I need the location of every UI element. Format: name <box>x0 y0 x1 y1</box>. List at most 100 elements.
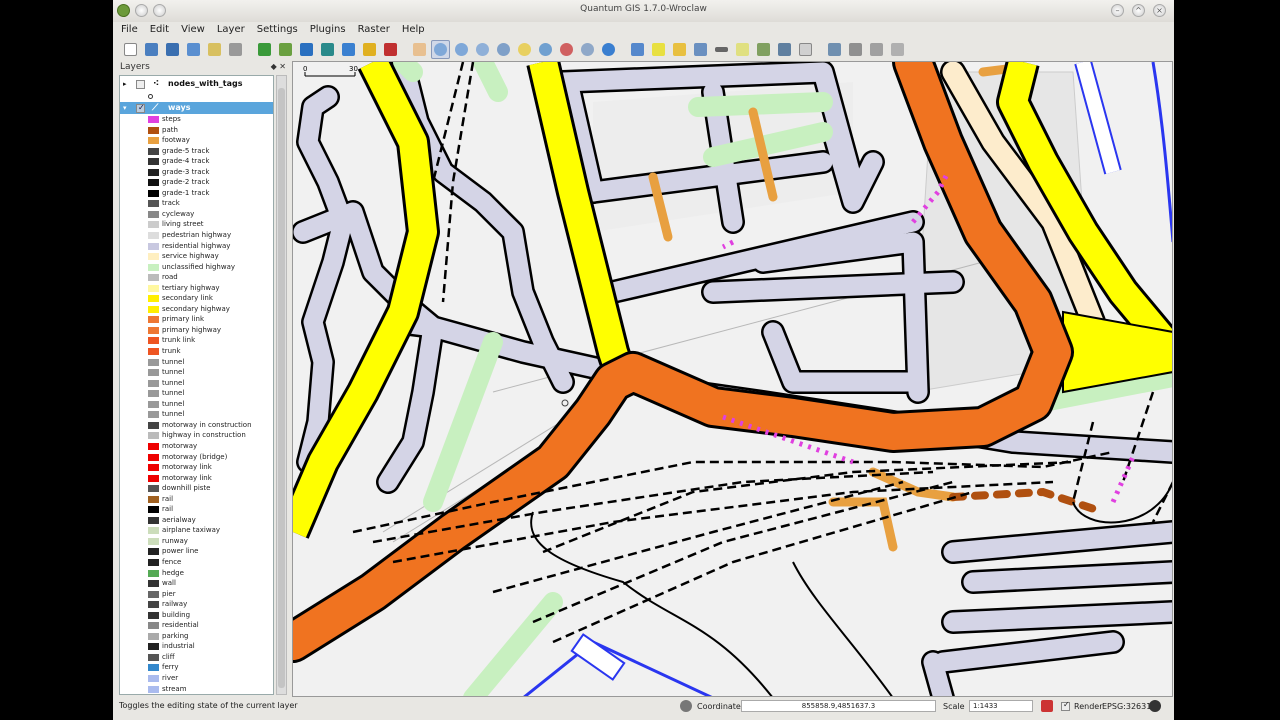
legend-label: grade-1 track <box>162 188 210 197</box>
render-checkbox[interactable]: ✓ <box>1061 700 1070 711</box>
menu-raster[interactable]: Raster <box>358 22 390 38</box>
measure-button[interactable] <box>712 40 731 59</box>
menu-file[interactable]: File <box>121 22 138 38</box>
close-icon[interactable]: × <box>1153 4 1166 17</box>
stop-render-icon[interactable] <box>1041 700 1053 712</box>
layer-visibility-checkbox[interactable]: ✓ <box>136 103 145 113</box>
open-project-button[interactable] <box>142 40 161 59</box>
zoom-full-button[interactable] <box>494 40 513 59</box>
legend-symbol-icon <box>148 242 159 250</box>
capture-point-button[interactable] <box>846 40 865 59</box>
show-bookmarks-button[interactable] <box>775 40 794 59</box>
legend-label: path <box>162 125 178 134</box>
legend-symbol-icon <box>148 432 159 440</box>
print-composer-button[interactable] <box>205 40 224 59</box>
identify-button[interactable] <box>628 40 647 59</box>
zoom-in-button[interactable] <box>431 39 450 59</box>
legend-item: grade-5 track <box>120 146 273 157</box>
refresh-button[interactable] <box>599 40 618 59</box>
zoom-selection-button[interactable] <box>515 40 534 59</box>
layer-ways[interactable]: ▾ ✓ ⟋ ways <box>120 102 273 114</box>
add-spatialite-layer-button[interactable] <box>318 40 337 59</box>
zoom-actual-button[interactable] <box>473 40 492 59</box>
map-tips-button[interactable] <box>733 40 752 59</box>
menu-view[interactable]: View <box>181 22 205 38</box>
layer-visibility-checkbox[interactable] <box>136 80 145 89</box>
projection-icon[interactable] <box>1149 700 1161 712</box>
add-raster-layer-button[interactable] <box>276 40 295 59</box>
layer-tree[interactable]: ▸ ⁖ nodes_with_tags ▾ ✓ ⟋ ways steps path… <box>119 75 274 695</box>
legend-item: building <box>120 610 273 621</box>
legend-label: tunnel <box>162 410 185 419</box>
pan-button[interactable] <box>410 40 429 59</box>
scale-bar-start: 0 <box>303 65 307 73</box>
legend-label: river <box>162 673 179 682</box>
legend-item: tunnel <box>120 357 273 368</box>
add-postgis-layer-button[interactable] <box>297 40 316 59</box>
coordinate-field[interactable]: 855858.9,4851637.3 <box>741 700 936 712</box>
window-controls: – ^ × <box>1111 4 1166 17</box>
crs-label[interactable]: EPSG:32631 <box>1102 702 1151 711</box>
toggle-editing-button[interactable] <box>825 40 844 59</box>
legend-item: tunnel <box>120 388 273 399</box>
capture-polygon-button[interactable] <box>888 40 907 59</box>
text-annotation-icon <box>799 42 812 56</box>
menu-help[interactable]: Help <box>402 22 425 38</box>
coordinate-toggle-icon[interactable] <box>680 700 692 712</box>
new-project-button[interactable] <box>121 40 140 59</box>
zoom-last-icon <box>560 42 573 56</box>
legend-item: railway <box>120 599 273 610</box>
new-shapefile-button[interactable] <box>360 40 379 59</box>
menu-bar: File Edit View Layer Settings Plugins Ra… <box>113 22 1174 38</box>
legend-symbol-icon <box>148 126 159 134</box>
layer-tree-scrollbar[interactable] <box>276 75 287 695</box>
menu-layer[interactable]: Layer <box>217 22 245 38</box>
print-button[interactable] <box>226 40 245 59</box>
legend-item: motorway link <box>120 462 273 473</box>
panel-close-icon[interactable]: ◆ ✕ <box>271 61 286 73</box>
legend-label: residential highway <box>162 241 231 250</box>
minimize-icon[interactable]: – <box>1111 4 1124 17</box>
new-bookmark-button[interactable] <box>754 40 773 59</box>
layer-nodes-with-tags[interactable]: ▸ ⁖ nodes_with_tags <box>120 78 273 90</box>
legend-symbol-icon <box>148 495 159 503</box>
legend-symbol-icon <box>148 137 159 145</box>
add-wms-layer-button[interactable] <box>339 40 358 59</box>
remove-layer-button[interactable] <box>381 40 400 59</box>
legend-label: aerialway <box>162 515 196 524</box>
save-as-button[interactable] <box>184 40 203 59</box>
menu-plugins[interactable]: Plugins <box>310 22 346 38</box>
scale-field[interactable]: 1:1433 <box>969 700 1033 712</box>
maximize-icon[interactable]: ^ <box>1132 4 1145 17</box>
zoom-out-icon <box>455 42 468 56</box>
menu-edit[interactable]: Edit <box>150 22 169 38</box>
legend-symbol-icon <box>148 326 159 334</box>
legend-symbol-icon <box>148 464 159 472</box>
menu-settings[interactable]: Settings <box>257 22 298 38</box>
legend-symbol-icon <box>148 179 159 187</box>
save-project-button[interactable] <box>163 40 182 59</box>
legend-symbol-icon <box>148 442 159 450</box>
capture-line-button[interactable] <box>867 40 886 59</box>
legend-symbol-icon <box>148 284 159 292</box>
window-title: Quantum GIS 1.7.0-Wroclaw <box>580 4 707 14</box>
hand-icon <box>413 42 426 56</box>
legend-label: tunnel <box>162 357 185 366</box>
map-canvas[interactable]: 0 30 <box>292 61 1173 697</box>
select-button[interactable] <box>649 40 668 59</box>
legend-label: secondary highway <box>162 304 230 313</box>
add-vector-layer-button[interactable] <box>255 40 274 59</box>
zoom-last-button[interactable] <box>557 40 576 59</box>
text-annotation-button[interactable] <box>796 40 815 59</box>
zoom-out-button[interactable] <box>452 40 471 59</box>
legend-symbol-icon <box>148 601 159 609</box>
legend-item: wall <box>120 578 273 589</box>
deselect-button[interactable] <box>670 40 689 59</box>
legend-label: primary link <box>162 315 204 324</box>
zoom-next-button[interactable] <box>578 40 597 59</box>
attribute-table-button[interactable] <box>691 40 710 59</box>
legend-item: unclassified highway <box>120 262 273 273</box>
legend-item: highway in construction <box>120 430 273 441</box>
scrollbar-thumb[interactable] <box>278 88 285 688</box>
zoom-layer-button[interactable] <box>536 40 555 59</box>
